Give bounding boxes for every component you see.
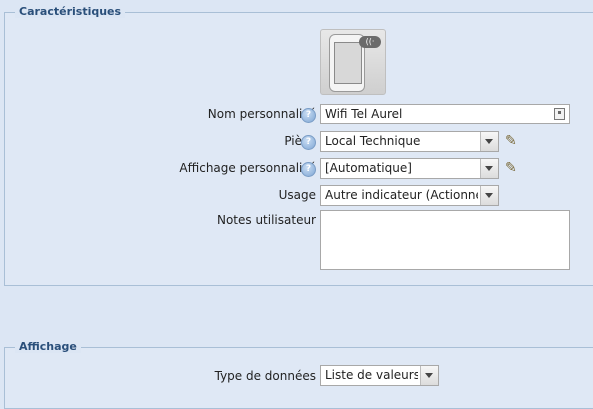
- chevron-down-icon[interactable]: [480, 132, 498, 151]
- help-icon[interactable]: ?: [301, 135, 316, 150]
- pencil-icon[interactable]: ✎: [505, 160, 521, 176]
- device-image[interactable]: ((·: [320, 29, 386, 95]
- notes-label: Notes utilisateur: [216, 213, 316, 227]
- notes-textarea[interactable]: [320, 210, 570, 270]
- custom-display-select[interactable]: [Automatique]: [320, 158, 499, 179]
- usage-label: Usage: [278, 188, 316, 202]
- display-legend: Affichage: [15, 340, 81, 353]
- usage-value: Autre indicateur (Actionneur): [325, 188, 478, 202]
- custom-name-input[interactable]: Wifi Tel Aurel: [320, 104, 570, 124]
- custom-name-value: Wifi Tel Aurel: [325, 107, 403, 121]
- pencil-icon[interactable]: ✎: [505, 133, 521, 149]
- chevron-down-icon[interactable]: [480, 159, 498, 178]
- data-type-select[interactable]: Liste de valeurs: [320, 365, 439, 386]
- chevron-down-icon[interactable]: [420, 366, 438, 385]
- wifi-badge-icon: ((·: [359, 36, 381, 48]
- help-icon[interactable]: ?: [301, 162, 316, 177]
- help-icon[interactable]: ?: [301, 108, 316, 123]
- chevron-down-icon[interactable]: [480, 186, 498, 205]
- custom-name-label: Nom personnalisé: [207, 107, 316, 121]
- usage-select[interactable]: Autre indicateur (Actionneur): [320, 185, 499, 206]
- characteristics-legend: Caractéristiques: [15, 5, 126, 18]
- data-type-value: Liste de valeurs: [325, 368, 418, 382]
- room-value: Local Technique: [325, 134, 421, 148]
- custom-display-label: Affichage personnalisé: [179, 161, 316, 175]
- custom-display-value: [Automatique]: [325, 161, 412, 175]
- data-type-label: Type de données: [214, 369, 316, 383]
- room-select[interactable]: Local Technique: [320, 131, 499, 152]
- contact-card-icon[interactable]: [554, 108, 565, 120]
